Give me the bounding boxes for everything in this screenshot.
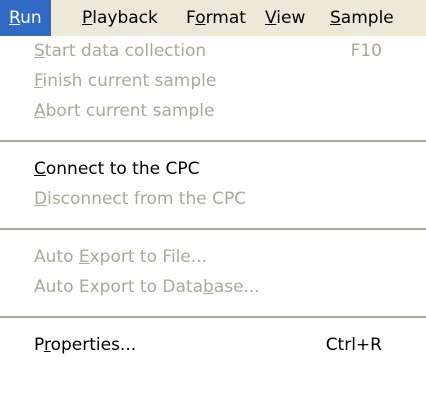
menu-bar: Run Playback Format View Sample bbox=[0, 0, 426, 36]
finish-current-sample-item[interactable]: Finish current sample bbox=[34, 66, 382, 96]
menu-separator bbox=[0, 316, 426, 318]
menu-separator bbox=[0, 228, 426, 230]
shortcut-label: Ctrl+R bbox=[325, 335, 382, 355]
shortcut-label: F10 bbox=[350, 41, 382, 61]
menu-run[interactable]: Run bbox=[0, 0, 51, 36]
menu-separator bbox=[0, 140, 426, 142]
menu-sample[interactable]: Sample bbox=[321, 0, 403, 36]
connect-to-cpc-item[interactable]: Connect to the CPC bbox=[34, 154, 382, 184]
menu-view[interactable]: View bbox=[256, 0, 314, 36]
properties-item[interactable]: Properties... Ctrl+R bbox=[34, 330, 382, 360]
run-dropdown-menu: Start data collection F10 Finish current… bbox=[0, 36, 426, 399]
abort-current-sample-item[interactable]: Abort current sample bbox=[34, 96, 382, 126]
disconnect-from-cpc-item[interactable]: Disconnect from the CPC bbox=[34, 184, 382, 214]
menu-playback[interactable]: Playback bbox=[73, 0, 167, 36]
menu-format[interactable]: Format bbox=[177, 0, 255, 36]
auto-export-to-file-item[interactable]: Auto Export to File... bbox=[34, 242, 382, 272]
auto-export-to-database-item[interactable]: Auto Export to Database... bbox=[34, 272, 382, 302]
start-data-collection-item[interactable]: Start data collection F10 bbox=[34, 36, 382, 66]
